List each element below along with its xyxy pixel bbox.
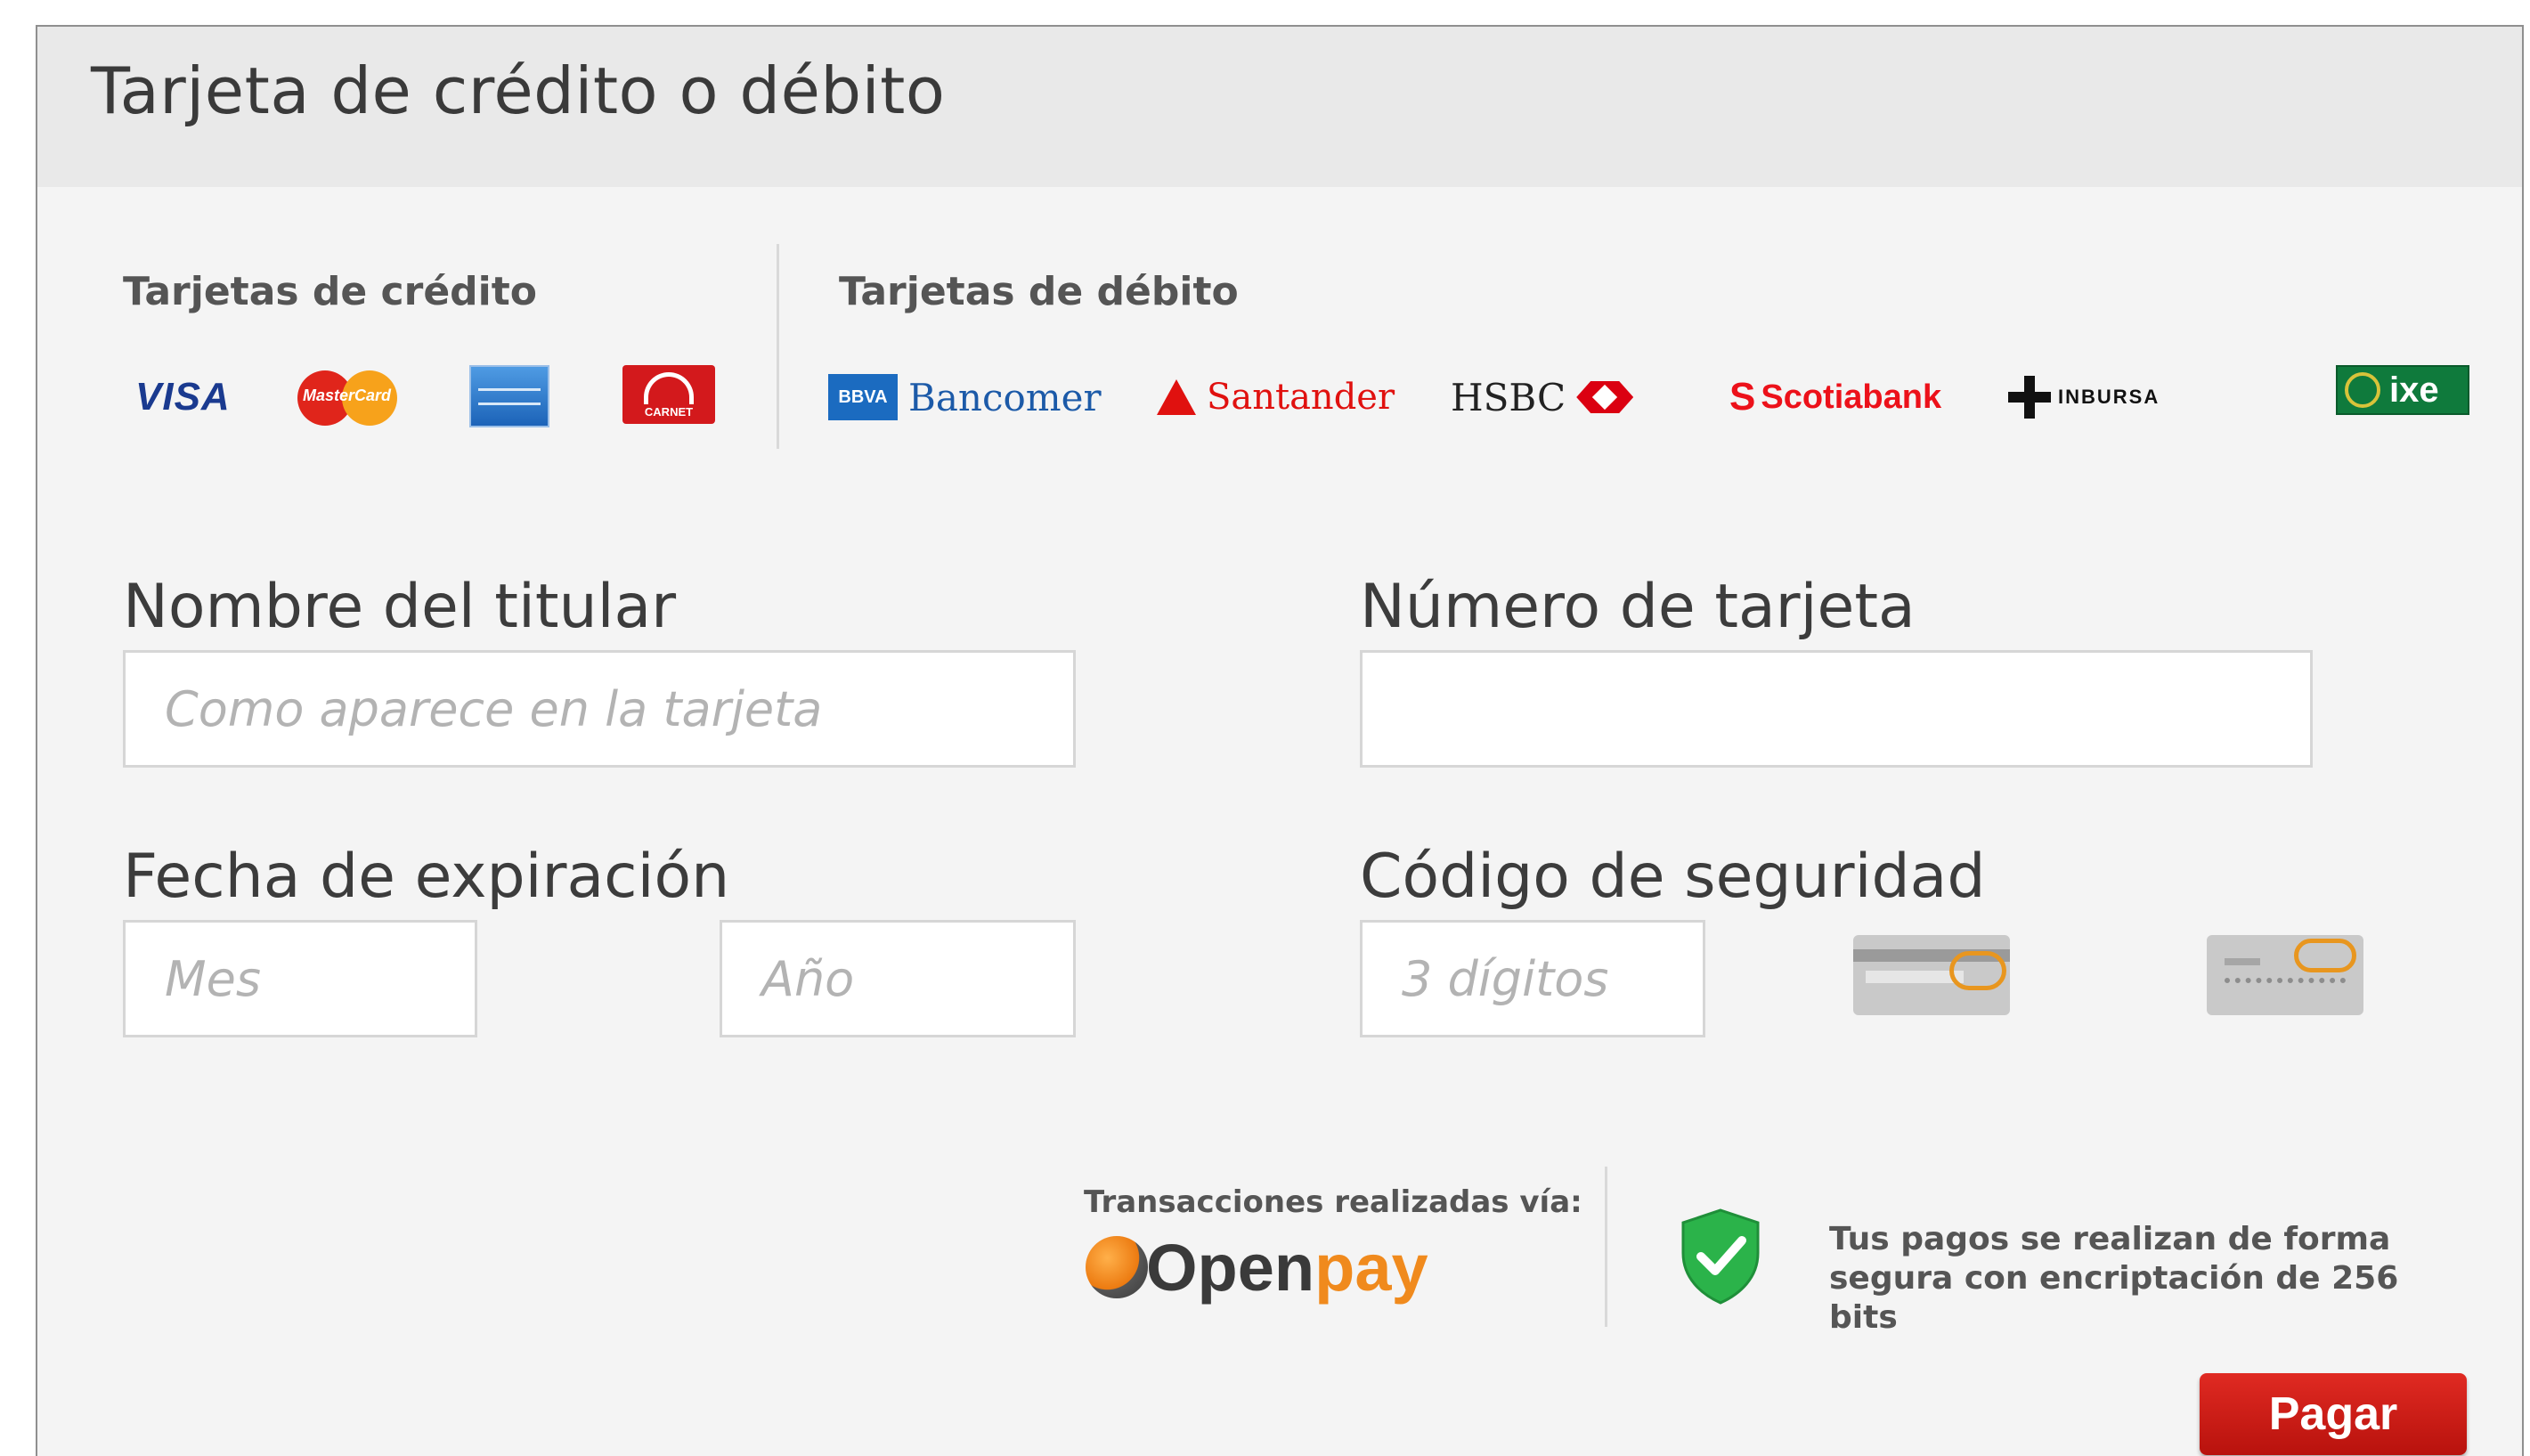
santander-flame-icon — [1157, 379, 1196, 415]
card-front-cvv-icon — [2207, 935, 2363, 1015]
panel-header: Tarjeta de crédito o débito — [37, 27, 2522, 187]
secure-payment-text: Tus pagos se realizan de forma segura co… — [1829, 1221, 2399, 1336]
inbursa-logo: INBURSA — [2008, 365, 2160, 429]
amex-logo — [469, 365, 549, 427]
expiration-year-input[interactable]: Año — [720, 920, 1076, 1037]
scotiabank-logo: S Scotiabank — [1729, 365, 1941, 429]
ixe-ring-icon — [2345, 372, 2380, 408]
page-title: Tarjeta de crédito o débito — [91, 53, 946, 128]
security-code-label: Código de seguridad — [1360, 842, 1986, 912]
mastercard-logo: MasterCard — [297, 365, 401, 429]
expiration-month-input[interactable]: Mes — [123, 920, 477, 1037]
openpay-o-icon — [1086, 1236, 1148, 1298]
hsbc-logo-text: HSBC — [1451, 375, 1566, 419]
carnet-logo: CARNET — [622, 365, 715, 424]
pay-button[interactable]: Pagar — [2200, 1373, 2467, 1455]
scotiabank-s-icon: S — [1729, 375, 1756, 419]
card-back-cvv-icon — [1853, 935, 2010, 1015]
cardholder-name-input[interactable]: Como aparece en la tarjeta — [123, 650, 1076, 768]
cardholder-name-label: Nombre del titular — [123, 572, 677, 642]
payment-panel: Tarjeta de crédito o débito Tarjetas de … — [36, 25, 2524, 1456]
hsbc-hexagon-icon — [1576, 381, 1634, 413]
hsbc-logo: HSBC — [1451, 365, 1634, 429]
openpay-logo-open: Open — [1146, 1230, 1315, 1305]
security-code-input[interactable]: 3 dígitos — [1360, 920, 1705, 1037]
ixe-logo-text: ixe — [2389, 370, 2439, 410]
card-types-divider — [777, 244, 779, 449]
card-number-label: Número de tarjeta — [1360, 572, 1916, 642]
expiration-date-label: Fecha de expiración — [123, 842, 730, 912]
santander-logo: Santander — [1157, 365, 1395, 429]
mastercard-logo-text: MasterCard — [303, 386, 392, 404]
bbva-mark: BBVA — [828, 374, 898, 420]
bancomer-logo-text: Bancomer — [908, 375, 1102, 419]
santander-logo-text: Santander — [1207, 377, 1395, 418]
openpay-logo: Open pay — [1086, 1227, 1428, 1307]
shield-check-icon — [1681, 1208, 1760, 1305]
bancomer-logo: BBVA Bancomer — [828, 365, 1102, 429]
visa-logo: VISA — [135, 375, 231, 419]
inbursa-logo-text: INBURSA — [2058, 386, 2160, 408]
card-number-input[interactable] — [1360, 650, 2313, 768]
scotiabank-logo-text: Scotiabank — [1761, 378, 1942, 416]
transactions-via-label: Transacciones realizadas vía: — [1084, 1184, 1582, 1220]
ixe-logo: ixe — [2336, 365, 2469, 415]
credit-cards-label: Tarjetas de crédito — [123, 269, 538, 314]
debit-cards-label: Tarjetas de débito — [839, 269, 1239, 314]
carnet-logo-text: CARNET — [644, 405, 694, 419]
footer-divider — [1605, 1167, 1607, 1327]
openpay-logo-pay: pay — [1314, 1230, 1428, 1305]
inbursa-mark-icon — [2008, 376, 2051, 419]
